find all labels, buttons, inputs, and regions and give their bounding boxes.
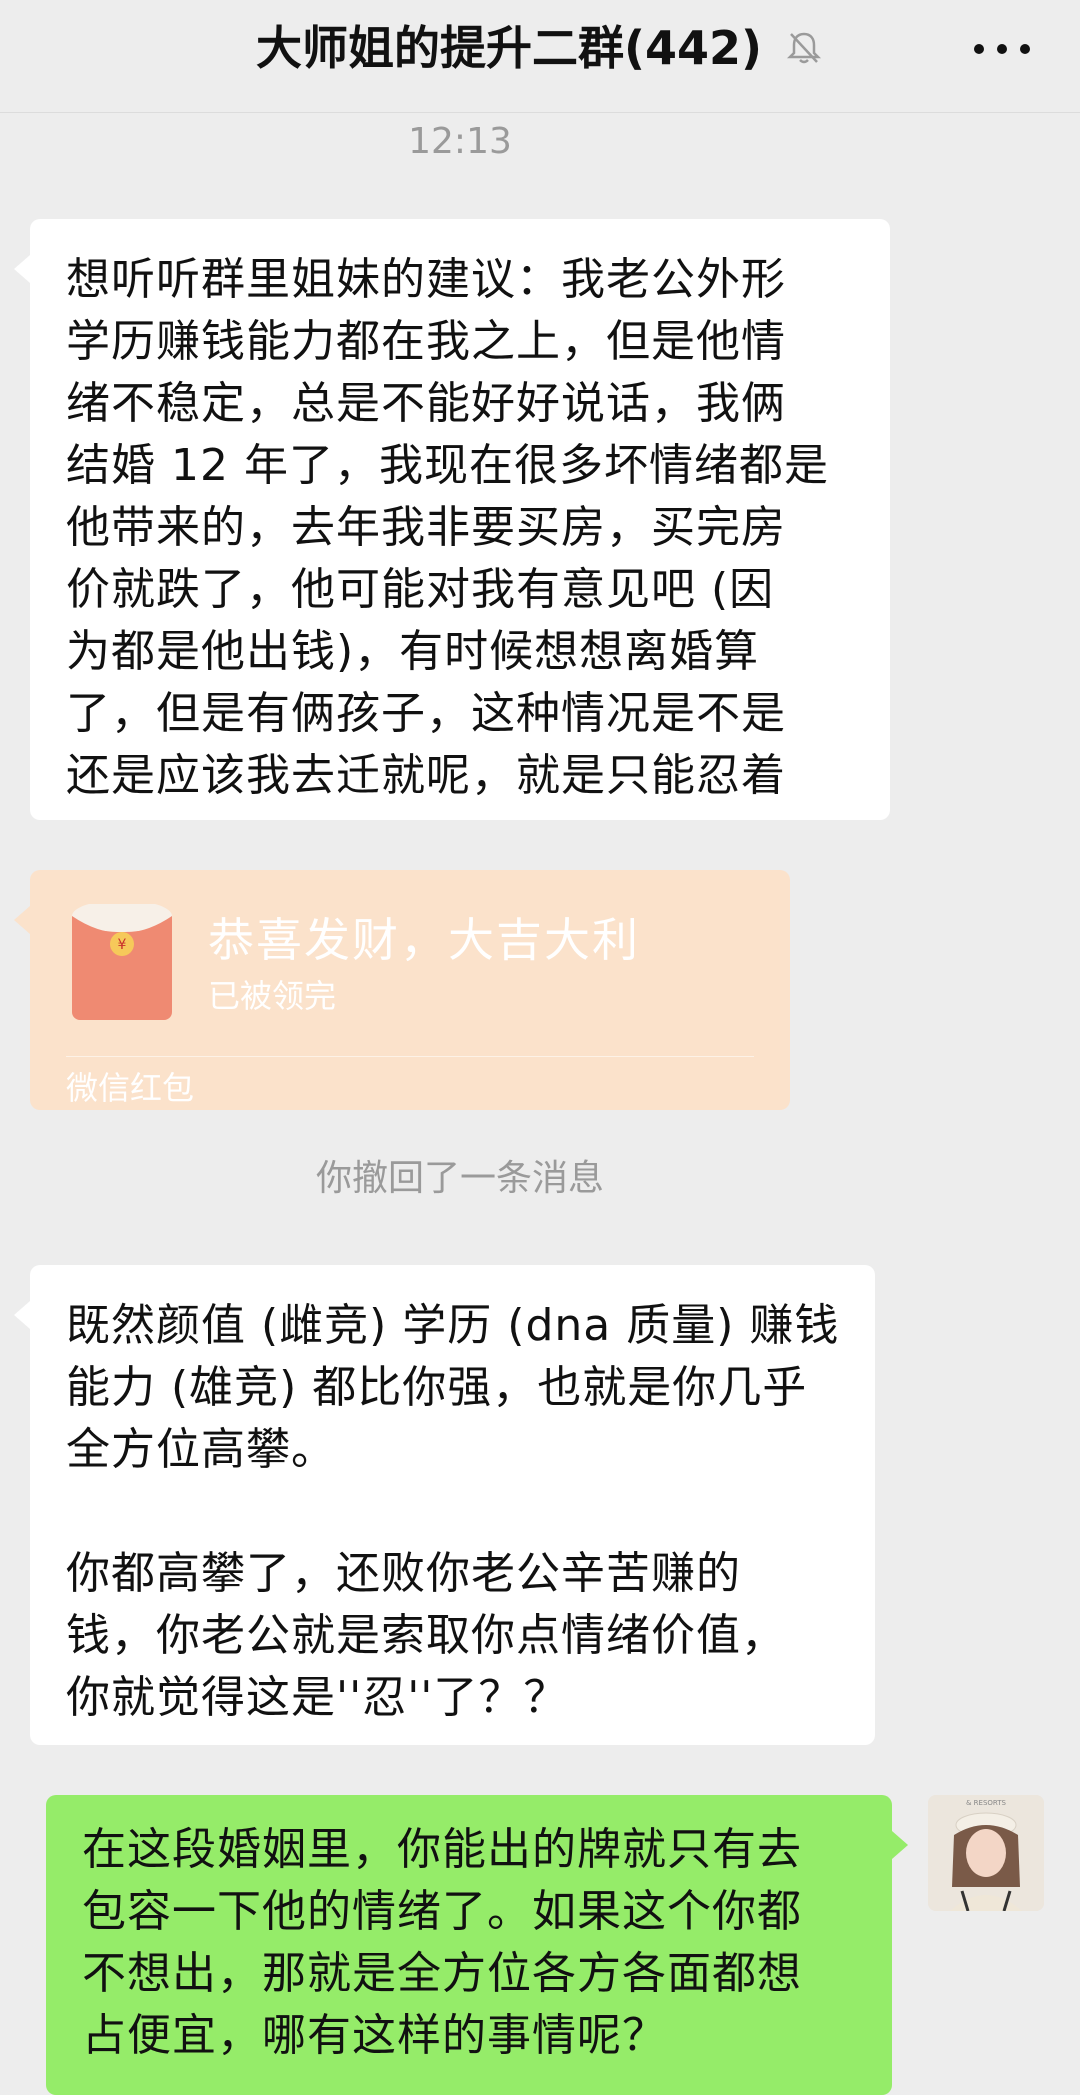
message-text: 想听听群里姐妹的建议：我老公外形 学历赚钱能力都在我之上，但是他情 绪不稳定，总… <box>66 254 829 801</box>
svg-text:¥: ¥ <box>118 937 127 953</box>
chat-title: 大师姐的提升二群(442) <box>255 21 763 75</box>
svg-text:& RESORTS: & RESORTS <box>966 1799 1007 1807</box>
chat-header: 大师姐的提升二群(442) <box>0 0 1080 113</box>
message-timestamp: 12:13 <box>408 121 512 162</box>
message-bubble-received[interactable]: 既然颜值 (雌竞) 学历 (dna 质量) 赚钱 能力 (雄竞) 都比你强，也就… <box>14 1265 875 1745</box>
bell-off-icon <box>784 22 824 82</box>
message-bubble-sent[interactable]: 在这段婚姻里，你能出的牌就只有去 包容一下他的情绪了。如果这个你都 不想出，那就… <box>46 1795 908 2095</box>
message-text: 在这段婚姻里，你能出的牌就只有去 包容一下他的情绪了。如果这个你都 不想出，那就… <box>82 1824 802 2061</box>
red-packet-title: 恭喜发财，大吉大利 <box>208 913 640 967</box>
red-packet-divider <box>66 1056 754 1057</box>
avatar[interactable]: & RESORTS <box>928 1795 1044 1911</box>
message-text: 既然颜值 (雌竞) 学历 (dna 质量) 赚钱 能力 (雄竞) 都比你强，也就… <box>66 1300 840 1723</box>
red-packet-status: 已被领完 <box>208 977 337 1015</box>
chat-title-row[interactable]: 大师姐的提升二群(442) <box>0 18 1080 82</box>
more-dots-icon[interactable] <box>972 32 1032 62</box>
red-packet-message[interactable]: ¥ 恭喜发财，大吉大利 已被领完 微信红包 <box>14 870 790 1110</box>
red-packet-footer: 微信红包 <box>66 1069 195 1107</box>
system-message: 你撤回了一条消息 <box>315 1158 604 1199</box>
red-packet-icon: ¥ <box>72 900 172 1020</box>
message-bubble-received[interactable]: 想听听群里姐妹的建议：我老公外形 学历赚钱能力都在我之上，但是他情 绪不稳定，总… <box>14 219 890 820</box>
